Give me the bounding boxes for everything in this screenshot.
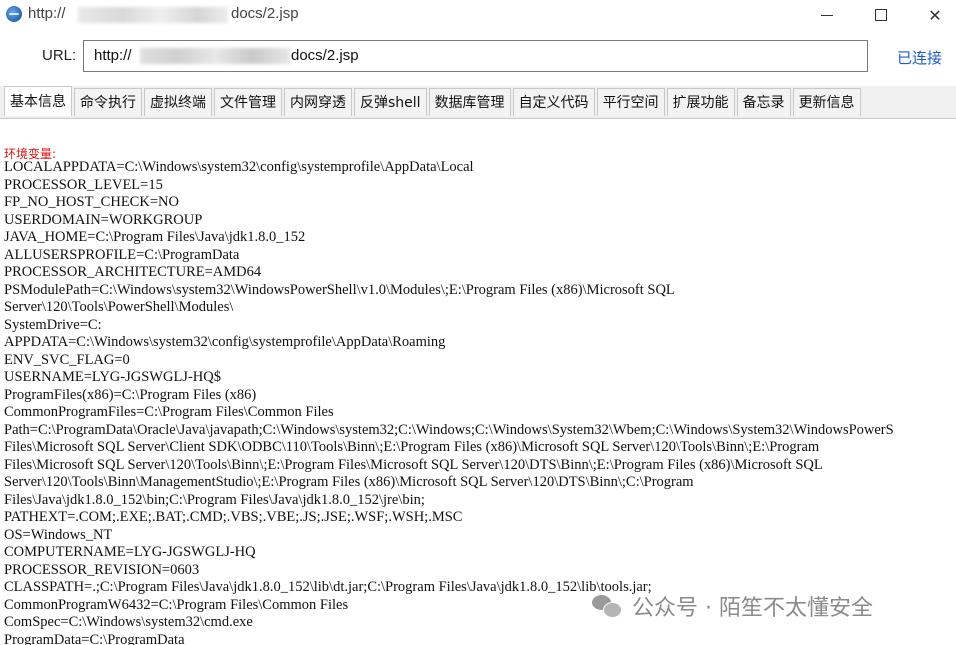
redacted-host (78, 7, 228, 23)
tab-3[interactable]: 文件管理 (214, 88, 282, 116)
env-line: Server\120\Tools\Binn\ManagementStudio\;… (4, 474, 694, 490)
title-bar: http:// docs/2.jsp ✕ (0, 0, 956, 30)
env-line: SystemDrive=C: (4, 316, 102, 333)
env-line: PSModulePath=C:\Windows\system32\Windows… (4, 281, 675, 298)
maximize-icon (875, 9, 887, 21)
tab-7[interactable]: 自定义代码 (512, 88, 595, 116)
env-line: Files\Microsoft SQL Server\Client SDK\OD… (4, 439, 820, 455)
env-line: LOCALAPPDATA=C:\Windows\system32\config\… (4, 159, 474, 175)
app-globe-icon (6, 6, 22, 22)
window-title-prefix: http:// (28, 5, 66, 22)
env-line: Server\120\Tools\PowerShell\Modules\ (4, 299, 234, 315)
minimize-button[interactable] (804, 0, 850, 30)
close-icon: ✕ (928, 5, 942, 25)
close-button[interactable]: ✕ (912, 0, 956, 30)
env-line: Path=C:\ProgramData\Oracle\Java\javapath… (4, 421, 894, 438)
env-line: ENV_SVC_FLAG=0 (4, 351, 130, 368)
env-line: CommonProgramFiles=C:\Program Files\Comm… (4, 404, 334, 420)
env-line: JAVA_HOME=C:\Program Files\Java\jdk1.8.0… (4, 229, 306, 245)
tab-list: 基本信息 命令执行 虚拟终端 文件管理 内网穿透 反弹shell 数据库管理 自定义代码 平行空… (4, 86, 863, 118)
env-line: ALLUSERSPROFILE=C:\ProgramData (4, 246, 240, 263)
env-line: COMPUTERNAME=LYG-JGSWGLJ-HQ (4, 544, 256, 560)
env-line: FP_NO_HOST_CHECK=NO (4, 194, 179, 210)
tab-8[interactable]: 平行空间 (596, 88, 665, 116)
tab-6[interactable]: 数据库管理 (428, 88, 511, 116)
maximize-button[interactable] (858, 0, 904, 30)
tab-9[interactable]: 扩展功能 (666, 88, 735, 116)
tab-0[interactable]: 基本信息 (4, 86, 72, 116)
env-line: PROCESSOR_ARCHITECTURE=AMD64 (4, 264, 262, 280)
env-line: APPDATA=C:\Windows\system32\config\syste… (4, 334, 446, 350)
connection-status[interactable]: 已连接 (897, 47, 942, 68)
tab-5[interactable]: 反弹shell (354, 88, 427, 116)
env-line: Files\Microsoft SQL Server\120\Tools\Bin… (4, 456, 823, 473)
tab-4[interactable]: 内网穿透 (284, 88, 352, 116)
env-line: PROCESSOR_REVISION=0603 (4, 561, 200, 578)
env-line: ProgramFiles(x86)=C:\Program Files (x86) (4, 386, 257, 403)
watermark-text: 公众号 · 陌笙不太懂安全 (632, 596, 873, 621)
env-line: ProgramData=C:\ProgramData (4, 631, 185, 645)
env-line: USERNAME=LYG-JGSWGLJ-HQ$ (4, 369, 221, 385)
watermark: 公众号 · 陌笙不太懂安全 (592, 590, 873, 622)
window-title-suffix: docs/2.jsp (231, 5, 299, 22)
minimize-icon (821, 14, 833, 16)
url-label: URL: (42, 47, 77, 64)
env-line: PATHEXT=.COM;.EXE;.BAT;.CMD;.VBS;.VBE;.J… (4, 509, 463, 525)
redacted-url-host (140, 48, 290, 64)
env-line: PROCESSOR_LEVEL=15 (4, 176, 163, 193)
env-variables-list: LOCALAPPDATA=C:\Windows\system32\config\… (4, 159, 956, 645)
basic-info-panel: 环境变量: LOCALAPPDATA=C:\Windows\system32\c… (0, 119, 956, 645)
tab-bar: 基本信息 命令执行 虚拟终端 文件管理 内网穿透 反弹shell 数据库管理 自定义代码 平行空… (0, 86, 956, 119)
tab-2[interactable]: 虚拟终端 (144, 88, 212, 116)
tab-1[interactable]: 命令执行 (74, 88, 142, 116)
env-line: Files\Java\jdk1.8.0_152\bin;C:\Program F… (4, 491, 425, 508)
tab-11[interactable]: 更新信息 (792, 88, 861, 116)
wechat-icon (592, 593, 622, 619)
env-line: OS=Windows_NT (4, 526, 113, 543)
url-input[interactable]: http:// docs/2.jsp (83, 40, 868, 72)
url-value-prefix: http:// (94, 47, 132, 64)
url-value-suffix: docs/2.jsp (291, 47, 359, 64)
env-line: USERDOMAIN=WORKGROUP (4, 211, 203, 228)
tab-10[interactable]: 备忘录 (736, 88, 791, 116)
